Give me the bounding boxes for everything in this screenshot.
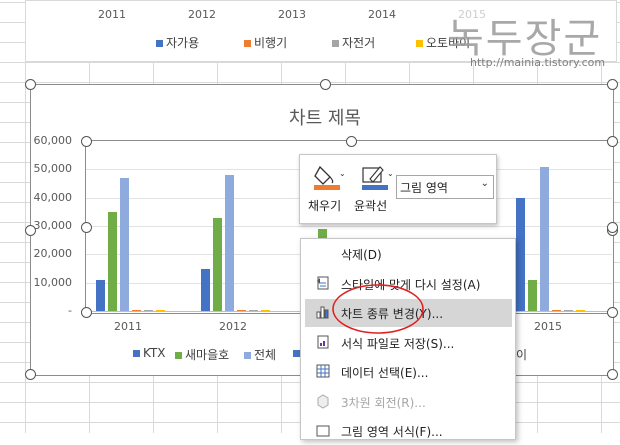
legend-label: 전체: [254, 348, 277, 362]
legend-swatch: [175, 352, 182, 359]
top-legend-item: 비행기: [244, 34, 287, 51]
resize-handle[interactable]: [607, 369, 618, 380]
element-dropdown[interactable]: 그림 영역 ⌄: [396, 175, 494, 199]
outline-label: 윤곽선: [354, 199, 388, 213]
chart-title[interactable]: 차트 제목: [250, 104, 400, 130]
context-menu-item-label: 서식 파일로 저장(S)...: [341, 336, 455, 351]
fill-color-swatch: [314, 185, 340, 190]
bar: [201, 268, 210, 311]
y-tick-label: 50,000: [33, 162, 73, 176]
resize-handle[interactable]: [607, 136, 618, 147]
resize-handle[interactable]: [320, 79, 331, 90]
context-menu-item-label: 데이터 선택(E)...: [341, 366, 429, 380]
chevron-down-icon[interactable]: ⌄: [387, 169, 394, 178]
legend-swatch: [156, 40, 163, 47]
legend-swatch: [133, 350, 140, 357]
watermark-url: http://mainia.tistory.com: [470, 56, 606, 69]
chevron-down-icon[interactable]: ⌄: [339, 169, 346, 178]
legend-swatch: [244, 352, 251, 359]
bar: [516, 197, 525, 311]
legend-item[interactable]: 전체: [244, 346, 276, 363]
select-data-icon: [315, 363, 331, 379]
change-chart-type-icon: [315, 304, 331, 320]
mini-toolbar: ⌄ 채우기 ⌄ 윤곽선 그림 영역 ⌄: [299, 154, 497, 224]
legend-label: KTX: [143, 346, 166, 360]
context-menu-item-label: 3차원 회전(R)...: [341, 395, 426, 410]
top-chart-x-tick: 2011: [98, 8, 126, 21]
resize-handle[interactable]: [25, 225, 36, 236]
legend-swatch: [293, 350, 300, 357]
resize-handle[interactable]: [81, 307, 92, 318]
bar: [528, 279, 537, 311]
element-dropdown-value: 그림 영역: [400, 181, 448, 195]
outline-button[interactable]: ⌄ 윤곽선: [354, 161, 398, 217]
x-tick-label: 2015: [534, 320, 562, 333]
chevron-down-icon[interactable]: ⌄: [481, 178, 489, 189]
bar: [540, 166, 549, 311]
top-legend-label: 자전거: [342, 36, 376, 50]
y-tick-label: 60,000: [33, 134, 73, 147]
resize-handle[interactable]: [607, 307, 618, 318]
resize-handle[interactable]: [346, 136, 357, 147]
context-menu-item-label: 삭제(D): [341, 248, 382, 262]
annotation-ellipse: [332, 284, 424, 334]
legend-label: 새마을호: [185, 348, 230, 362]
resize-handle[interactable]: [607, 79, 618, 90]
top-chart-x-tick: 2012: [188, 8, 216, 21]
bar: [225, 175, 234, 311]
y-tick-label: 10,000: [33, 275, 73, 289]
legend-swatch: [244, 40, 251, 47]
y-tick-label: 40,000: [33, 190, 73, 204]
outline-color-swatch: [362, 185, 388, 190]
legend-item[interactable]: 새마을호: [175, 346, 229, 363]
bar: [213, 217, 222, 311]
format-plot-area-icon: [315, 422, 331, 438]
resize-handle[interactable]: [25, 369, 36, 380]
legend-label: 이: [516, 348, 528, 362]
blank-icon: [315, 245, 331, 261]
fill-button[interactable]: ⌄ 채우기: [306, 161, 350, 217]
context-menu-item[interactable]: 그림 영역 서식(F)...: [305, 417, 512, 445]
x-tick-label: 2012: [219, 320, 247, 333]
context-menu-item-label: 그림 영역 서식(F)...: [341, 425, 443, 439]
resize-handle[interactable]: [81, 136, 92, 147]
save-template-icon: [315, 334, 331, 350]
legend-swatch: [332, 40, 339, 47]
top-legend-item: 자가용: [156, 34, 199, 51]
top-chart-x-tick: 2013: [278, 8, 306, 21]
bar: [108, 211, 117, 311]
resize-handle[interactable]: [25, 79, 36, 90]
gridline: [86, 226, 612, 227]
y-tick-label: -: [68, 304, 72, 317]
top-legend-label: 자가용: [166, 36, 200, 50]
3d-rotation-icon: [315, 393, 331, 409]
bar: [96, 279, 105, 311]
bar: [120, 177, 129, 311]
fill-label: 채우기: [308, 199, 342, 213]
reset-style-icon: [315, 275, 331, 291]
top-legend-item: 자전거: [332, 34, 375, 51]
resize-handle[interactable]: [81, 222, 92, 233]
legend-item[interactable]: KTX: [133, 346, 166, 360]
top-legend-label: 비행기: [254, 36, 288, 50]
x-tick-label: 2011: [114, 320, 142, 333]
resize-handle[interactable]: [607, 222, 618, 233]
y-tick-label: 20,000: [33, 247, 73, 261]
context-menu-item[interactable]: 데이터 선택(E)...: [305, 358, 512, 386]
legend-swatch: [416, 40, 423, 47]
context-menu-item[interactable]: 삭제(D): [305, 240, 512, 268]
top-chart-x-tick: 2014: [368, 8, 396, 21]
context-menu-item: 3차원 회전(R)...: [305, 388, 512, 416]
